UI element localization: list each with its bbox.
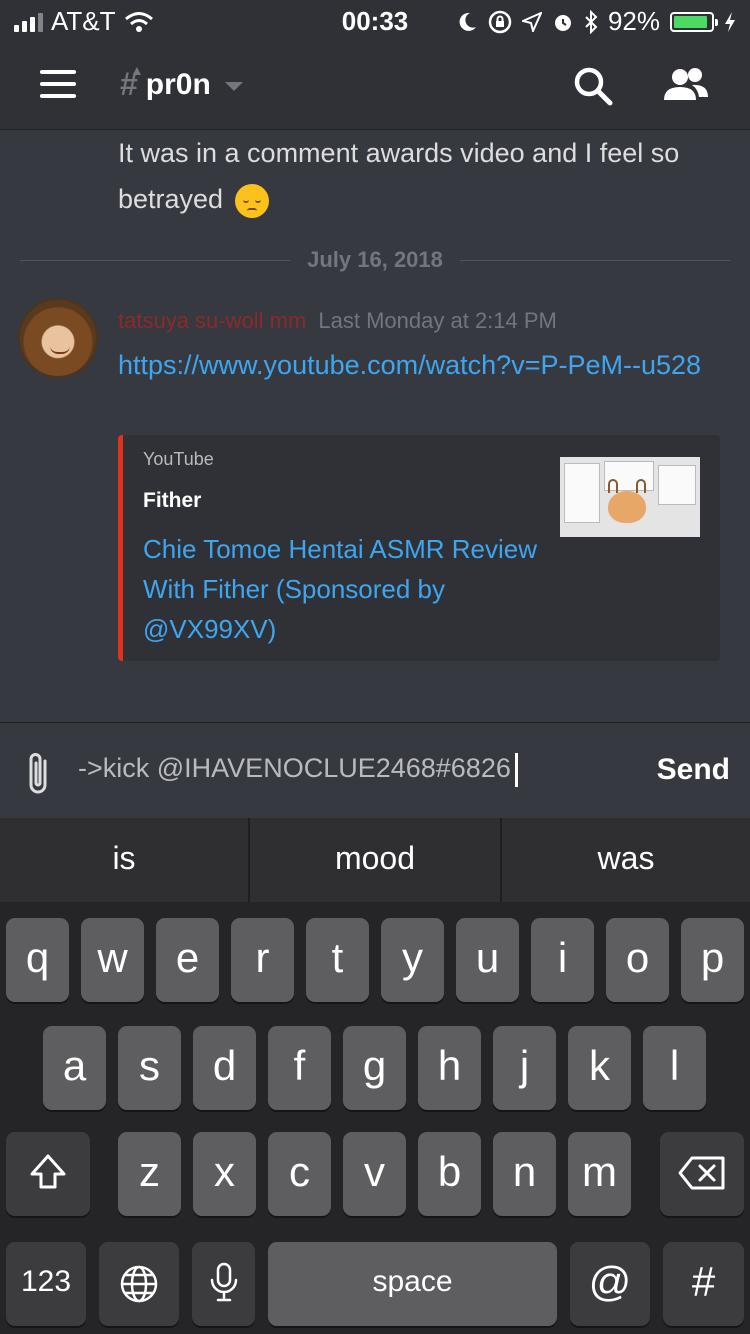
embed-title[interactable]: Chie Tomoe Hentai ASMR Review With Fithe… bbox=[143, 529, 543, 649]
key-g[interactable]: g bbox=[343, 1026, 406, 1110]
key-k[interactable]: k bbox=[568, 1026, 631, 1110]
message-timestamp: Last Monday at 2:14 PM bbox=[318, 308, 557, 333]
microphone-icon bbox=[210, 1262, 237, 1302]
alarm-icon bbox=[554, 14, 571, 31]
key-z[interactable]: z bbox=[118, 1132, 181, 1216]
members-icon[interactable] bbox=[662, 64, 710, 108]
key-a[interactable]: a bbox=[43, 1026, 106, 1110]
key-d[interactable]: d bbox=[193, 1026, 256, 1110]
key-p[interactable]: p bbox=[681, 918, 744, 1002]
key-v[interactable]: v bbox=[343, 1132, 406, 1216]
message-list[interactable]: It was in a comment awards video and I f… bbox=[0, 130, 750, 722]
delete-key[interactable] bbox=[660, 1132, 744, 1216]
channel-name: pr0n bbox=[145, 67, 211, 101]
key-t[interactable]: t bbox=[306, 918, 369, 1002]
key-o[interactable]: o bbox=[606, 918, 669, 1002]
key-j[interactable]: j bbox=[493, 1026, 556, 1110]
avatar[interactable] bbox=[18, 298, 98, 378]
space-key[interactable]: space bbox=[268, 1242, 557, 1326]
key-r[interactable]: r bbox=[231, 918, 294, 1002]
key-s[interactable]: s bbox=[118, 1026, 181, 1110]
key-m[interactable]: m bbox=[568, 1132, 631, 1216]
suggestion-item[interactable]: mood bbox=[250, 818, 500, 902]
suggestion-bar: is mood was bbox=[0, 818, 750, 902]
location-icon bbox=[521, 11, 542, 32]
key-c[interactable]: c bbox=[268, 1132, 331, 1216]
key-n[interactable]: n bbox=[493, 1132, 556, 1216]
backspace-icon bbox=[678, 1156, 725, 1190]
chevron-down-icon bbox=[224, 82, 243, 91]
message-input[interactable]: ->kick @IHAVENOCLUE2468#6826 bbox=[78, 753, 518, 787]
message-header: tatsuya su-woll mm Last Monday at 2:14 P… bbox=[118, 308, 557, 334]
key-y[interactable]: y bbox=[381, 918, 444, 1002]
suggestion-item[interactable]: is bbox=[0, 818, 248, 902]
numbers-key[interactable]: 123 bbox=[6, 1242, 86, 1326]
moon-icon bbox=[459, 12, 476, 31]
at-key[interactable]: @ bbox=[570, 1242, 650, 1326]
key-u[interactable]: u bbox=[456, 918, 519, 1002]
nsfw-channel-icon: # ▲ bbox=[120, 62, 144, 102]
battery-icon bbox=[670, 11, 718, 32]
embed-author[interactable]: Fither bbox=[143, 489, 201, 513]
hash-key[interactable]: # bbox=[663, 1242, 744, 1326]
channel-header: # ▲ pr0n bbox=[0, 40, 750, 130]
send-button[interactable]: Send bbox=[657, 753, 730, 787]
pensive-face-emoji-icon bbox=[234, 183, 269, 218]
date-divider: July 16, 2018 bbox=[20, 245, 730, 275]
youtube-link[interactable]: https://www.youtube.com/watch?v=P-PeM--u… bbox=[118, 346, 718, 384]
key-i[interactable]: i bbox=[531, 918, 594, 1002]
suggestion-item[interactable]: was bbox=[502, 818, 750, 902]
key-w[interactable]: w bbox=[81, 918, 144, 1002]
message-text: It was in a comment awards video and I f… bbox=[118, 130, 718, 222]
menu-icon[interactable] bbox=[40, 70, 76, 98]
paperclip-icon[interactable] bbox=[24, 749, 54, 797]
key-q[interactable]: q bbox=[6, 918, 69, 1002]
message-composer: ->kick @IHAVENOCLUE2468#6826 Send bbox=[0, 722, 750, 818]
key-l[interactable]: l bbox=[643, 1026, 706, 1110]
link-embed[interactable]: YouTube Fither Chie Tomoe Hentai ASMR Re… bbox=[118, 435, 720, 661]
charging-icon bbox=[725, 11, 735, 32]
text-cursor bbox=[514, 753, 518, 787]
key-h[interactable]: h bbox=[418, 1026, 481, 1110]
key-x[interactable]: x bbox=[193, 1132, 256, 1216]
key-f[interactable]: f bbox=[268, 1026, 331, 1110]
shift-key[interactable] bbox=[6, 1132, 90, 1216]
globe-key[interactable] bbox=[99, 1242, 179, 1326]
key-e[interactable]: e bbox=[156, 918, 219, 1002]
shift-icon bbox=[30, 1154, 66, 1189]
globe-icon bbox=[120, 1265, 158, 1303]
keyboard: is mood was q w e r t y u i o p a s d f … bbox=[0, 818, 750, 1334]
video-thumbnail[interactable] bbox=[560, 457, 700, 537]
embed-provider: YouTube bbox=[143, 449, 214, 469]
search-icon[interactable] bbox=[570, 64, 618, 108]
author-name[interactable]: tatsuya su-woll mm bbox=[118, 308, 306, 333]
date-divider-label: July 16, 2018 bbox=[295, 247, 455, 272]
bluetooth-icon bbox=[585, 9, 598, 34]
battery-percent: 92% bbox=[607, 6, 660, 36]
key-b[interactable]: b bbox=[418, 1132, 481, 1216]
status-bar: AT&T 00:33 92% bbox=[0, 0, 750, 40]
key-area: q w e r t y u i o p a s d f g h j k l z … bbox=[0, 902, 750, 1334]
channel-title[interactable]: # ▲ pr0n bbox=[120, 62, 243, 103]
dictation-key[interactable] bbox=[192, 1242, 255, 1326]
rotation-lock-icon bbox=[488, 10, 512, 33]
